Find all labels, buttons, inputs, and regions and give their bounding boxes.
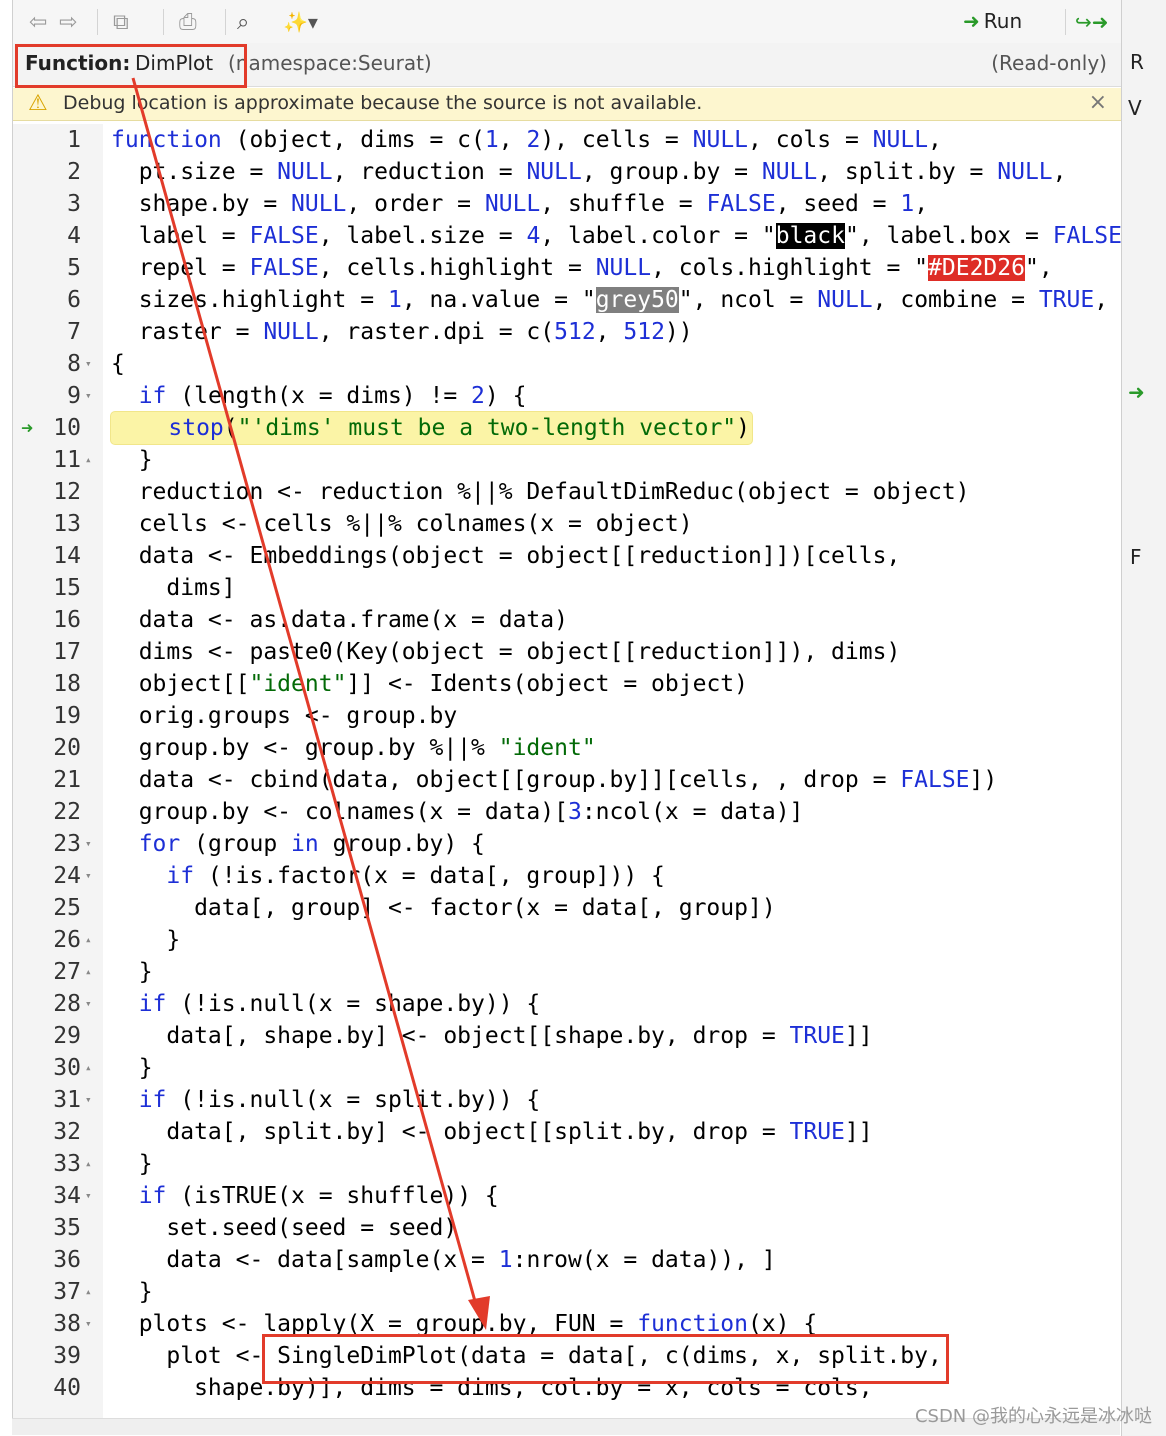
watermark: CSDN @我的心永远是冰冰哒 <box>914 1406 1152 1427</box>
annotation-arrow <box>131 77 490 1330</box>
